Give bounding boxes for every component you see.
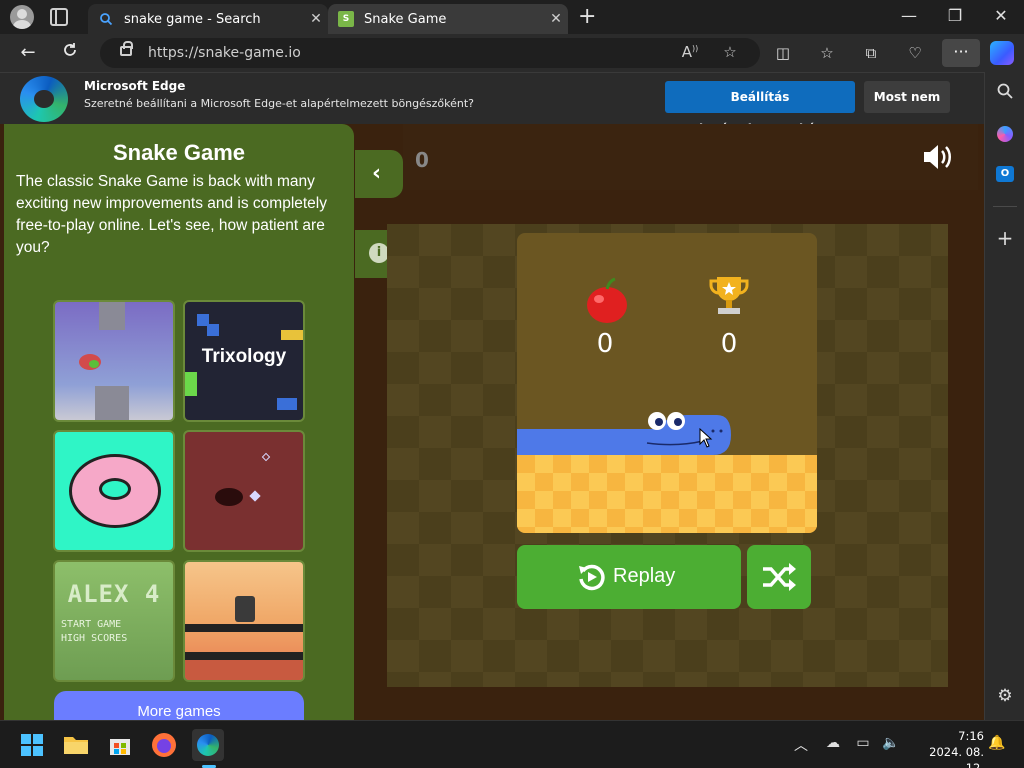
close-tab-icon[interactable]: ✕ [544, 11, 568, 27]
collections-icon[interactable]: ⧉ [860, 42, 882, 64]
favorite-star-icon[interactable]: ☆ [720, 43, 740, 61]
search-icon [98, 11, 114, 27]
replay-icon [577, 563, 605, 597]
infobar-message: Szeretné beállítani a Microsoft Edge-et … [84, 97, 475, 110]
back-icon[interactable]: ← [16, 41, 40, 65]
screen: snake game - Search ✕ S Snake Game ✕ + —… [0, 0, 1024, 768]
ground-pattern [517, 455, 817, 533]
web-page: Snake Game The classic Snake Game is bac… [0, 124, 984, 720]
browser-essentials-icon[interactable]: ♡ [904, 42, 926, 64]
sidebar-divider [993, 206, 1017, 207]
url-text: https://snake-game.io [148, 45, 301, 61]
more-options-button[interactable]: ··· [942, 39, 980, 67]
page-title: Snake Game [112, 140, 246, 165]
add-sidebar-app-icon[interactable]: + [993, 226, 1017, 250]
alex-game-thumbnail[interactable]: ALEX 4 START GAME HIGH SCORES [53, 560, 175, 682]
trixology-game-thumbnail[interactable]: Trixology [183, 300, 305, 422]
tab-title: Snake Game [364, 11, 447, 27]
game-header [403, 124, 978, 190]
snake-game-favicon: S [338, 11, 354, 27]
collapse-panel-button[interactable]: ‹ [355, 150, 403, 198]
robot-icon [235, 596, 255, 622]
copilot-sidebar-icon[interactable] [993, 122, 1017, 146]
best-score-count: 0 [720, 329, 738, 359]
replay-button[interactable]: Replay [517, 545, 741, 609]
notifications-bell-icon[interactable]: 🔔 [986, 735, 1008, 751]
set-default-button[interactable]: Beállítás alapértelmezettként [665, 81, 855, 136]
tab-title: snake game - Search [124, 11, 261, 27]
lock-icon[interactable] [120, 41, 133, 56]
favorites-icon[interactable]: ☆ [816, 42, 838, 64]
show-hidden-icons-chevron-icon[interactable]: ︿ [790, 735, 812, 755]
read-aloud-icon[interactable]: A)) [680, 43, 700, 61]
apples-eaten-count: 0 [596, 329, 614, 359]
game-over-card: 0 0 [517, 233, 817, 533]
edge-sidebar: O + ⚙ [984, 72, 1024, 720]
not-now-button[interactable]: Most nem [864, 81, 950, 113]
close-tab-icon[interactable]: ✕ [304, 11, 328, 27]
flappy-bird-game-thumbnail[interactable] [53, 300, 175, 422]
tab-snake-game[interactable]: S Snake Game ✕ [328, 4, 568, 34]
tab-search[interactable]: snake game - Search ✕ [88, 4, 328, 34]
address-bar[interactable]: https://snake-game.io A)) ☆ [100, 38, 760, 68]
infobar-title: Microsoft Edge [84, 79, 186, 93]
toolbar: ← https://snake-game.io A)) ☆ ◫ ☆ ⧉ ♡ ··… [0, 34, 1024, 72]
clock-date: 2024. 08. 12. [929, 745, 984, 768]
tab-actions-icon[interactable] [50, 8, 68, 26]
copilot-icon[interactable] [990, 41, 1014, 65]
apple-icon [585, 277, 629, 327]
game-description: The classic Snake Game is back with many… [16, 173, 327, 256]
tab-strip: snake game - Search ✕ S Snake Game ✕ + —… [0, 0, 1024, 34]
search-icon[interactable] [993, 82, 1017, 106]
restore-icon[interactable]: ❐ [932, 6, 978, 25]
trixology-logo-text: Trixology [201, 346, 287, 367]
games-side-panel: Snake Game The classic Snake Game is bac… [4, 124, 354, 720]
mouse-cursor-icon [699, 427, 713, 452]
edge-taskbar-icon[interactable] [192, 729, 224, 761]
clock-time: 7:16 [958, 729, 984, 743]
edge-logo-icon [20, 76, 68, 122]
taskbar-clock[interactable]: 7:16 2024. 08. 12. [912, 728, 984, 768]
file-explorer-icon[interactable] [60, 729, 92, 761]
dark-shooter-game-thumbnail[interactable] [183, 430, 305, 552]
microsoft-store-icon[interactable] [104, 729, 136, 761]
replay-label: Replay [613, 565, 676, 587]
outlook-icon[interactable]: O [993, 162, 1017, 186]
firefox-icon[interactable] [148, 729, 180, 761]
alex-logo-text: ALEX 4 [67, 580, 161, 608]
trophy-icon [709, 275, 749, 325]
profile-avatar-icon[interactable] [10, 5, 34, 29]
donut-dots-game-thumbnail[interactable] [53, 430, 175, 552]
more-games-button[interactable]: More games [54, 691, 304, 720]
alex-menu-scores: HIGH SCORES [61, 633, 128, 644]
shuffle-icon [761, 561, 797, 597]
shuffle-button[interactable] [747, 545, 811, 609]
new-tab-icon[interactable]: + [578, 6, 596, 28]
sidebar-settings-gear-icon[interactable]: ⚙ [993, 684, 1017, 708]
split-screen-icon[interactable]: ◫ [772, 42, 794, 64]
windows-start-icon[interactable] [16, 729, 48, 761]
onedrive-icon[interactable]: ☁ [822, 735, 844, 751]
default-browser-infobar: Microsoft Edge Szeretné beállítani a Mic… [0, 72, 984, 136]
sound-toggle-icon[interactable] [920, 142, 954, 172]
alex-menu-start: START GAME [61, 619, 122, 630]
network-icon[interactable]: ▭ [852, 735, 874, 751]
refresh-icon[interactable] [58, 41, 82, 65]
minimize-icon[interactable]: — [886, 6, 932, 25]
close-window-icon[interactable]: ✕ [978, 6, 1024, 25]
taskbar: ︿ ☁ ▭ 🔈 7:16 2024. 08. 12. 🔔 [0, 720, 1024, 768]
chevron-left-icon: ‹ [372, 161, 382, 186]
robot-platformer-game-thumbnail[interactable] [183, 560, 305, 682]
info-icon: i [369, 243, 389, 263]
volume-muted-icon[interactable]: 🔈 [880, 735, 902, 751]
current-score: 0 [415, 148, 429, 172]
